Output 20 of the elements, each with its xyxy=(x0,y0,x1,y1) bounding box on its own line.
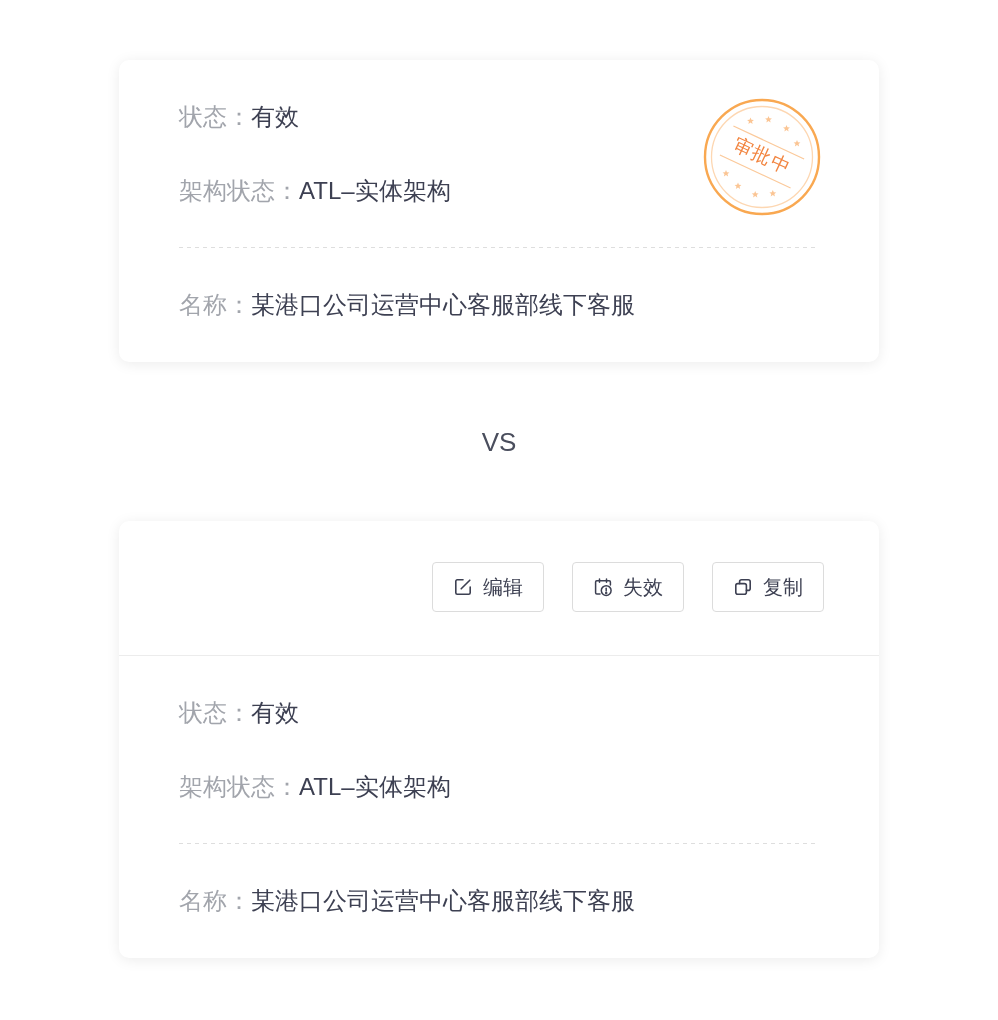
copy-button[interactable]: 复制 xyxy=(712,562,824,612)
expire-button[interactable]: 失效 xyxy=(572,562,684,612)
field-value: ATL–实体架构 xyxy=(299,772,451,802)
calendar-alert-icon xyxy=(593,577,613,597)
field-label: 状态： xyxy=(179,102,251,132)
field-label: 架构状态： xyxy=(179,176,299,206)
field-label: 架构状态： xyxy=(179,772,299,802)
field-value: 某港口公司运营中心客服部线下客服 xyxy=(251,290,635,320)
comparison-label: VS xyxy=(481,427,517,457)
copy-icon xyxy=(733,577,753,597)
field-value: 有效 xyxy=(251,698,299,728)
field-value: 有效 xyxy=(251,102,299,132)
edit-button[interactable]: 编辑 xyxy=(432,562,544,612)
field-label: 名称： xyxy=(179,886,251,916)
field-value: ATL–实体架构 xyxy=(299,176,451,206)
edit-icon xyxy=(453,577,473,597)
field-value: 某港口公司运营中心客服部线下客服 xyxy=(251,886,635,916)
field-label: 状态： xyxy=(179,698,251,728)
field-label: 名称： xyxy=(179,290,251,320)
approval-stamp: 审批中 xyxy=(703,98,821,216)
